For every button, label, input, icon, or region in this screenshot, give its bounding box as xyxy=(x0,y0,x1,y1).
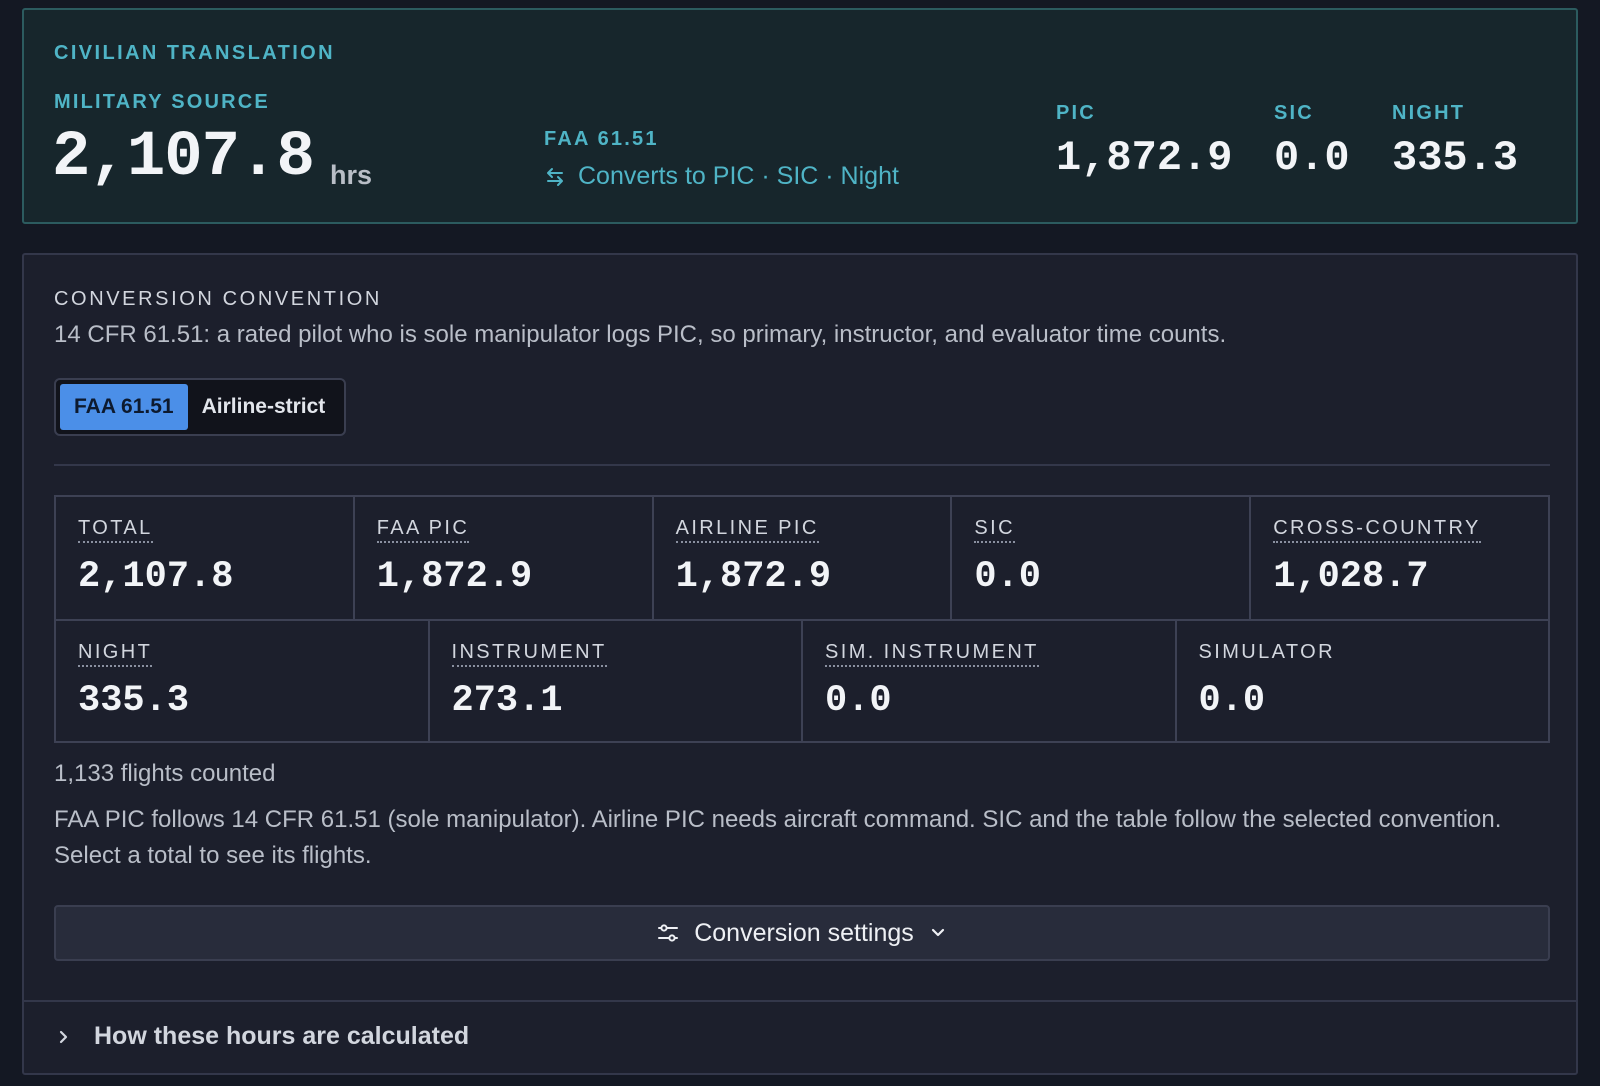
flights-counted: 1,133 flights counted xyxy=(54,760,276,787)
faa-pic-label: FAA PIC xyxy=(376,517,470,543)
chevron-down-icon xyxy=(931,928,944,937)
airline-pic-label: AIRLINE PIC xyxy=(675,517,819,543)
converts-to-text: Converts to PIC · SIC · Night xyxy=(578,162,899,190)
simulator-cell: SIMULATOR 0.0 xyxy=(1174,621,1549,741)
divider xyxy=(54,464,1550,466)
translation-stat-night: NIGHT 335.3 xyxy=(1392,102,1518,179)
faa-pic-cell[interactable]: FAA PIC 1,872.9 xyxy=(352,497,652,619)
conversion-settings-button[interactable]: Conversion settings xyxy=(54,905,1550,961)
conversion-card: CONVERSION CONVENTION 14 CFR 61.51: a ra… xyxy=(22,253,1578,1075)
simulator-label: SIMULATOR xyxy=(1198,641,1335,663)
stat-label: SIC xyxy=(1274,102,1314,124)
simulator-value: 0.0 xyxy=(1198,680,1266,722)
sliders-icon xyxy=(658,924,679,942)
convention-note: FAA PIC follows 14 CFR 61.51 (sole manip… xyxy=(54,806,1502,869)
faa-pic-value: 1,872.9 xyxy=(376,556,533,598)
civilian-translation-card: CIVILIAN TRANSLATION MILITARY SOURCE 2,1… xyxy=(22,8,1578,224)
translation-stat-sic: SIC 0.0 xyxy=(1274,102,1350,179)
night-label: NIGHT xyxy=(78,641,153,667)
stat-value: 0.0 xyxy=(1274,134,1350,182)
sim-instrument-label: SIM. INSTRUMENT xyxy=(825,641,1039,667)
totals-row: TOTAL 2,107.8 FAA PIC 1,872.9 AIRLINE PI… xyxy=(56,497,1548,619)
cross-country-label: CROSS-COUNTRY xyxy=(1273,517,1481,543)
chevron-right-icon xyxy=(59,1030,68,1043)
cross-country-value: 1,028.7 xyxy=(1273,556,1429,598)
sim-instrument-value: 0.0 xyxy=(825,680,892,722)
cross-country-cell[interactable]: CROSS-COUNTRY 1,028.7 xyxy=(1249,497,1548,619)
total-label: TOTAL xyxy=(78,517,153,543)
stat-value: 335.3 xyxy=(1392,134,1519,182)
conversion-settings-label: Conversion settings xyxy=(694,918,914,947)
night-value: 335.3 xyxy=(78,680,190,722)
how-calculated-label: How these hours are calculated xyxy=(94,1022,470,1050)
faa-rule-label: FAA 61.51 xyxy=(544,128,659,150)
airline-pic-value: 1,872.9 xyxy=(675,556,832,598)
totals-grid: TOTAL 2,107.8 FAA PIC 1,872.9 AIRLINE PI… xyxy=(54,495,1550,743)
military-source-unit: hrs xyxy=(330,160,373,190)
sim-instrument-cell[interactable]: SIM. INSTRUMENT 0.0 xyxy=(801,621,1175,741)
airline-strict-option[interactable]: Airline-strict xyxy=(188,384,340,430)
translation-heading: CIVILIAN TRANSLATION xyxy=(54,42,335,64)
sic-cell[interactable]: SIC 0.0 xyxy=(950,497,1249,619)
sic-value: 0.0 xyxy=(974,556,1042,598)
instrument-value: 273.1 xyxy=(451,680,563,722)
total-cell[interactable]: TOTAL 2,107.8 xyxy=(56,497,353,619)
stat-value: 1,872.9 xyxy=(1056,134,1233,182)
totals-row: NIGHT 335.3 INSTRUMENT 273.1 SIM. INSTRU… xyxy=(56,619,1548,741)
total-value: 2,107.8 xyxy=(78,556,234,598)
instrument-cell[interactable]: INSTRUMENT 273.1 xyxy=(427,621,802,741)
instrument-label: INSTRUMENT xyxy=(451,641,607,667)
faa-6151-option[interactable]: FAA 61.51 xyxy=(60,384,188,430)
how-calculated-toggle[interactable]: How these hours are calculated xyxy=(54,1022,469,1051)
translation-stat-pic: PIC 1,872.9 xyxy=(1056,102,1232,179)
military-source-value: 2,107.8 xyxy=(52,122,315,194)
sic-label: SIC xyxy=(974,517,1015,543)
military-source-label: MILITARY SOURCE xyxy=(54,91,270,113)
convention-toggle: FAA 61.51 Airline-strict xyxy=(54,378,346,436)
conversion-convention-heading: CONVERSION CONVENTION xyxy=(54,288,382,310)
night-cell[interactable]: NIGHT 335.3 xyxy=(56,621,428,741)
stat-label: PIC xyxy=(1056,102,1096,124)
airline-pic-cell[interactable]: AIRLINE PIC 1,872.9 xyxy=(651,497,951,619)
conversion-convention-description: 14 CFR 61.51: a rated pilot who is sole … xyxy=(54,321,1227,348)
swap-arrows-icon xyxy=(547,167,563,186)
stat-label: NIGHT xyxy=(1392,102,1466,124)
divider xyxy=(24,1000,1576,1002)
converts-to-line: Converts to PIC · SIC · Night xyxy=(544,162,899,191)
